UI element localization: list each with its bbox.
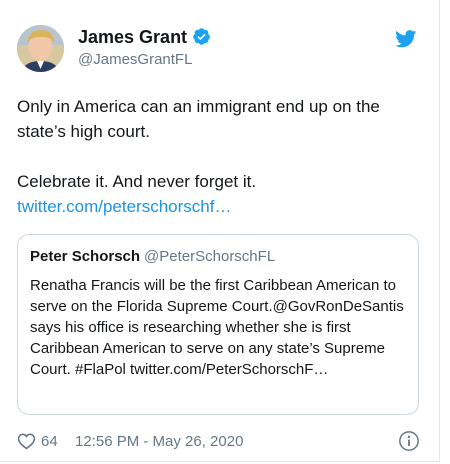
quoted-header: Peter Schorsch @PeterSchorschFL (30, 248, 275, 265)
info-icon[interactable] (398, 430, 420, 456)
tweet-footer: 64 12:56 PM - May 26, 2020 (17, 430, 420, 454)
avatar-image (17, 25, 64, 72)
quoted-tweet[interactable]: Peter Schorsch @PeterSchorschFL Renatha F… (17, 234, 419, 415)
tweet-line-1: Only in America can an immigrant end up … (17, 97, 380, 141)
author-name[interactable]: James Grant (78, 27, 211, 51)
quoted-text: Renatha Francis will be the first Caribb… (30, 277, 404, 378)
tweet-link[interactable]: twitter.com/peterschorschf… (17, 197, 231, 216)
tweet-text: Only in America can an immigrant end up … (17, 94, 427, 219)
quoted-author-handle: @PeterSchorschFL (144, 248, 276, 265)
author-name-text: James Grant (78, 27, 188, 47)
like-count[interactable]: 64 (41, 433, 58, 450)
heart-icon[interactable] (17, 432, 36, 454)
verified-badge-icon (192, 27, 211, 51)
tweet-timestamp[interactable]: 12:56 PM - May 26, 2020 (75, 433, 243, 450)
twitter-bird-icon[interactable] (395, 30, 417, 53)
tweet-card: James Grant @JamesGrantFL Only in Americ… (0, 0, 440, 462)
author-handle[interactable]: @JamesGrantFL (78, 51, 192, 68)
quoted-author-name: Peter Schorsch (30, 248, 141, 265)
avatar[interactable] (17, 25, 64, 72)
tweet-line-2: Celebrate it. And never forget it. (17, 172, 257, 191)
